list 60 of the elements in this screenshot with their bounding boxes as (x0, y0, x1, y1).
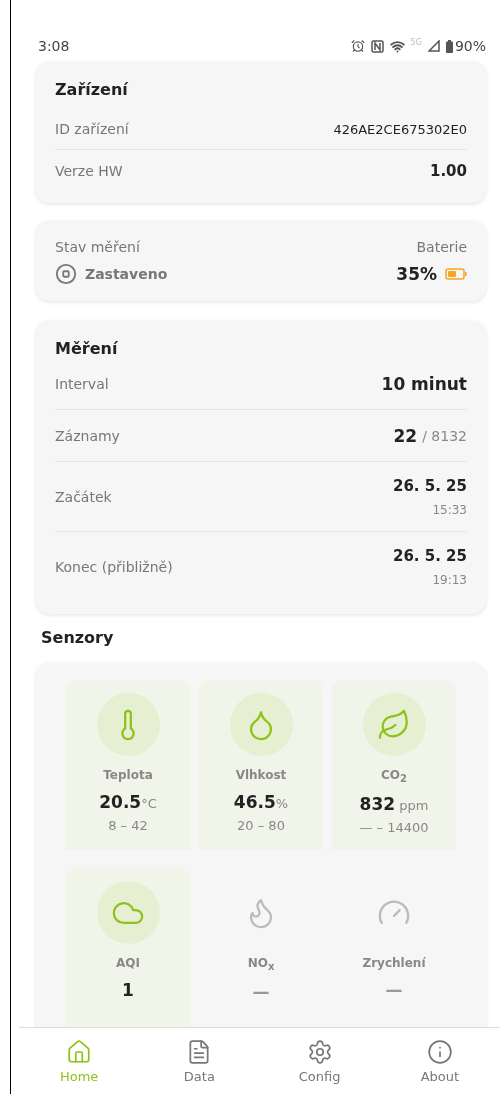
date-value: 26. 5. 25 (392, 476, 467, 495)
info-icon (426, 1038, 453, 1065)
sensor-value: 46.5% (233, 792, 289, 812)
nav-tab[interactable]: About (379, 1028, 500, 1094)
time-value: 15:33 (432, 502, 467, 517)
status-time: 3:08 (38, 38, 70, 54)
sensor-value: 1 (122, 980, 134, 1000)
row-label: Interval (55, 375, 109, 392)
section-title: Senzory (41, 628, 115, 647)
battery-value: 35% (396, 264, 437, 284)
sensor-label: Vlhkost (235, 768, 287, 782)
stop-icon (55, 263, 77, 285)
sensor-tile[interactable]: NO$_{x}$ — (199, 868, 323, 1027)
sensor-tile[interactable]: CO$_{2}$ 832 ppm — – 14400 (332, 680, 456, 850)
card-title: Měření (55, 339, 119, 358)
sensor-value: — (385, 980, 403, 1000)
row-label: Verze HW (55, 162, 123, 179)
nav-tab[interactable]: Data (139, 1028, 260, 1094)
battery-status-icon (445, 39, 453, 53)
battery-label: Baterie (416, 239, 467, 255)
alarm-icon (350, 39, 365, 53)
sensor-value: 20.5°C (99, 792, 157, 812)
sensor-tile[interactable]: Vlhkost 46.5% 20 – 80 (199, 680, 323, 850)
nav-tab[interactable]: Config (259, 1028, 380, 1094)
row-value: 426AE2CE675302E0 (333, 121, 467, 137)
signal-icon (427, 40, 440, 52)
network-label: 5G (410, 38, 422, 47)
wifi-icon (389, 38, 405, 54)
sensor-value: 832 ppm (359, 794, 429, 815)
sensor-tile[interactable]: AQI 1 (66, 868, 190, 1027)
record-total: / 8132 (422, 427, 467, 444)
card-title: Zařízení (55, 80, 129, 99)
sensor-label: NO$_{x}$ (247, 956, 275, 973)
battery-icon (445, 268, 467, 280)
leaf-icon (377, 707, 411, 742)
state-label: Stav měření (55, 239, 140, 255)
record-count: 22 (393, 425, 418, 446)
sensor-range: 20 – 80 (237, 818, 285, 833)
nfc-icon (370, 39, 384, 53)
sensor-label: AQI (116, 956, 140, 970)
row-label: Záznamy (55, 427, 120, 444)
sensor-range: — – 14400 (359, 820, 429, 836)
sensor-range: 8 – 42 (108, 818, 148, 833)
sensor-tile[interactable]: Teplota 20.5°C 8 – 42 (66, 680, 190, 850)
sensor-value: — (252, 982, 270, 1003)
sensor-label: Teplota (103, 768, 153, 782)
date-value: 26. 5. 25 (392, 547, 467, 565)
home-icon (66, 1038, 93, 1065)
row-label: Konec (přibližně) (55, 559, 173, 575)
row-label: Začátek (55, 488, 112, 505)
sensor-label: Zrychlení (362, 956, 426, 970)
row-value: 10 minut (381, 373, 467, 394)
row-label: ID zařízení (55, 121, 129, 137)
time-value: 19:13 (432, 573, 467, 587)
row-value: 1.00 (430, 161, 467, 180)
battery-percent: 90% (454, 38, 486, 54)
sensor-tile[interactable]: Zrychlení — (332, 868, 456, 1027)
settings-icon (306, 1038, 333, 1065)
sensor-label: CO$_{2}$ (381, 768, 407, 785)
state-value: Zastaveno (85, 266, 168, 282)
